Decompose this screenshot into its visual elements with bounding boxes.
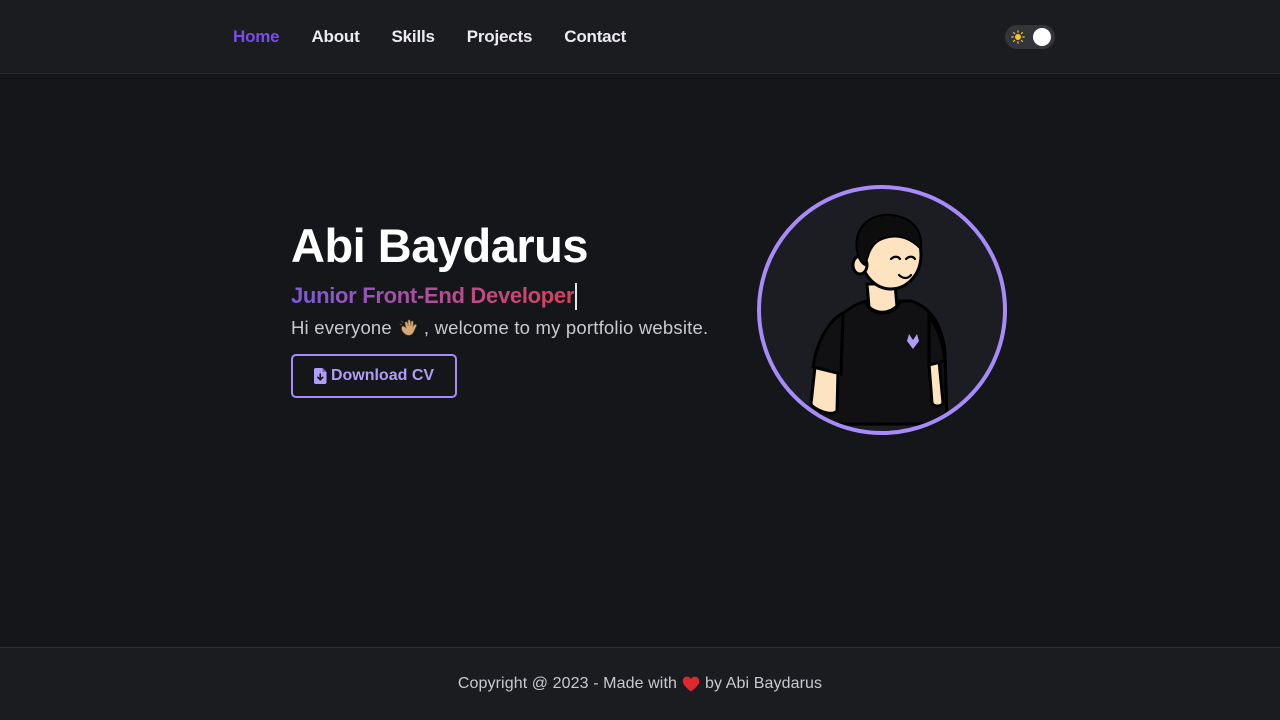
avatar xyxy=(757,185,1007,435)
hero-name: Abi Baydarus xyxy=(291,219,588,272)
download-cv-label: Download CV xyxy=(330,367,435,384)
greeting-text-start: Hi everyone xyxy=(291,317,392,338)
typing-cursor xyxy=(575,282,578,310)
footer-text-start: Copyright @ 2023 - Made with xyxy=(457,675,678,692)
heart-icon xyxy=(682,676,700,692)
file-download-icon xyxy=(313,368,327,384)
footer: Copyright @ 2023 - Made with by Abi Bayd… xyxy=(0,647,1280,720)
sun-icon xyxy=(1011,30,1025,44)
download-cv-button[interactable]: Download CV xyxy=(291,354,457,398)
hero-text: Abi Baydarus Junior Front-End Developer … xyxy=(291,216,761,398)
nav-link-about[interactable]: About xyxy=(311,27,359,47)
nav-link-contact[interactable]: Contact xyxy=(564,27,626,47)
footer-text-end: by Abi Baydarus xyxy=(705,675,823,692)
nav-link-home[interactable]: Home xyxy=(233,27,280,47)
toggle-knob xyxy=(1033,28,1051,46)
nav-link-skills[interactable]: Skills xyxy=(392,27,435,47)
theme-toggle[interactable] xyxy=(1005,25,1055,49)
navbar: Home About Skills Projects Contact xyxy=(0,0,1280,74)
waving-hand-icon xyxy=(399,319,417,336)
hero-role-line: Junior Front-End Developer xyxy=(291,281,761,311)
greeting-text-end: , welcome to my portfolio website. xyxy=(423,317,709,338)
nav-links: Home About Skills Projects Contact xyxy=(233,0,626,73)
avatar-illustration xyxy=(809,213,949,426)
footer-copyright: Copyright @ 2023 - Made with by Abi Bayd… xyxy=(458,675,822,693)
hero-greeting: Hi everyone , welcome to my portfolio we… xyxy=(291,317,761,339)
hero-role: Junior Front-End Developer xyxy=(291,283,575,308)
nav-link-projects[interactable]: Projects xyxy=(467,27,533,47)
